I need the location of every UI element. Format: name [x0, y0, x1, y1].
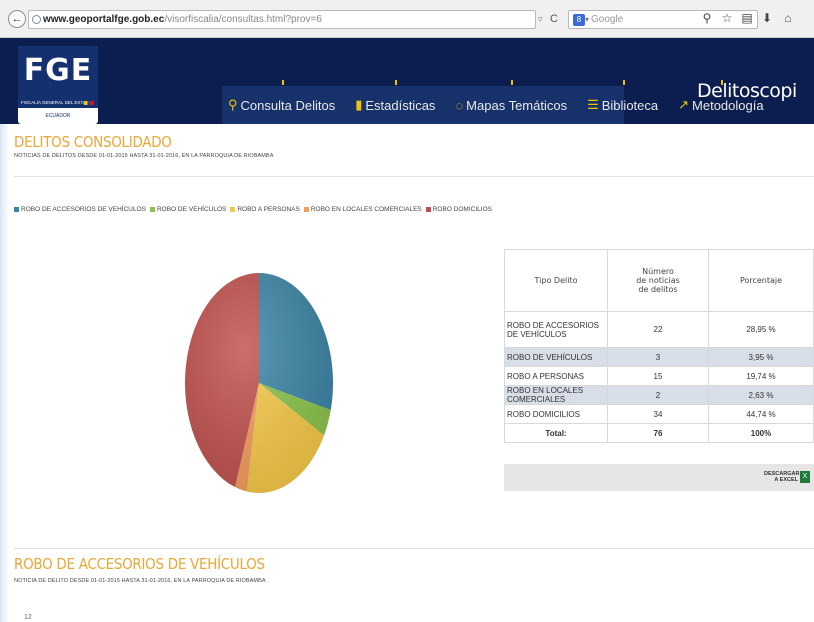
cell-tipo: ROBO DOMICILIOS	[504, 404, 608, 424]
cell-porcentaje: 28,95 %	[708, 311, 814, 348]
crime-table: Tipo Delito Número de noticias de delito…	[504, 249, 814, 443]
reading-list-icon[interactable]: ▤	[740, 11, 754, 25]
legend-swatch	[149, 207, 155, 212]
detail-subtitle: NOTICIA DE DELITO DESDE 01-01-2015 HASTA…	[14, 578, 266, 584]
legend-label: ROBO EN LOCALES COMERCIALES	[310, 206, 422, 213]
column-header-tipo[interactable]: Tipo Delito	[504, 249, 608, 312]
search-icon[interactable]: ⚲	[700, 11, 714, 25]
nav-estadisticas[interactable]: ▮ Estadísticas	[345, 80, 445, 124]
summary-subtitle: NOTICIAS DE DELITOS DESDE 01-01-2015 HAS…	[14, 153, 274, 159]
cell-tipo: ROBO EN LOCALES COMERCIALES	[504, 385, 608, 405]
site-header: FGE FISCALÍA GENERAL DEL ESTADO ECUADOR …	[0, 38, 814, 124]
legend-swatch	[14, 207, 19, 212]
legend-swatch	[303, 207, 309, 212]
url-domain: www.geoportalfge.gob.ec	[43, 14, 165, 25]
nav-biblioteca[interactable]: ☰ Biblioteca	[577, 80, 668, 124]
cell-porcentaje: 44,74 %	[708, 404, 814, 424]
bar-chart-icon: ▮	[355, 97, 363, 112]
search-engine-dropdown-icon[interactable]: ▾	[585, 11, 589, 28]
browser-toolbar: ← www.geoportalfge.gob.ec/visorfiscalia/…	[0, 0, 814, 38]
legend-label: ROBO DOMICILIOS	[432, 206, 492, 213]
table-header-row: Tipo Delito Número de noticias de delito…	[504, 249, 814, 312]
table-row: ROBO DOMICILIOS 34 44,74 %	[504, 404, 814, 424]
cell-numero: 3	[607, 347, 709, 367]
search-placeholder: Google	[591, 14, 624, 25]
left-shade	[0, 124, 9, 622]
cell-tipo: ROBO A PERSONAS	[504, 366, 608, 386]
globe-icon	[32, 15, 41, 24]
cell-porcentaje: 19,74 %	[708, 366, 814, 386]
legend-item[interactable]: ROBO A PERSONAS	[230, 206, 300, 213]
column-header-porcentaje[interactable]: Porcentaje	[708, 249, 814, 312]
legend-swatch	[230, 207, 236, 212]
search-engine-icon[interactable]: 8	[573, 14, 585, 26]
back-button[interactable]: ←	[8, 10, 26, 28]
nav-mapas-tematicos[interactable]: ◌ Mapas Temáticos	[445, 80, 577, 124]
cell-numero: 34	[607, 404, 709, 424]
nav-label: Consulta Delitos	[240, 97, 336, 113]
flag-stripes	[84, 101, 94, 105]
star-icon[interactable]: ☆	[720, 11, 734, 25]
table-row: ROBO A PERSONAS 15 19,74 %	[504, 366, 814, 386]
main-nav: ⚲ Consulta Delitos ▮ Estadísticas ◌ Mapas T…	[218, 80, 774, 124]
logo-text: FGE	[18, 46, 98, 98]
nav-label: Estadísticas	[365, 97, 436, 113]
divider	[14, 176, 814, 177]
table-row: ROBO EN LOCALES COMERCIALES 2 2,63 %	[504, 385, 814, 405]
legend-label: ROBO A PERSONAS	[237, 206, 300, 213]
legend-item[interactable]: ROBO EN LOCALES COMERCIALES	[303, 206, 422, 213]
legend-item[interactable]: ROBO DOMICILIOS	[425, 206, 492, 213]
cell-numero: 15	[607, 366, 709, 386]
map-pin-icon: ⚲	[228, 97, 238, 112]
legend-label: ROBO DE VEHÍCULOS	[156, 206, 227, 213]
pie-chart	[183, 272, 335, 494]
download-excel-button[interactable]: DESCARGAR A EXCEL X	[764, 467, 814, 487]
url-dropdown-icon[interactable]: ▿	[538, 10, 550, 29]
nav-label: Biblioteca	[601, 97, 659, 113]
detail-title: ROBO DE ACCESORIOS DE VEHÍCULOS	[14, 555, 265, 573]
table-row: ROBO DE ACCESORIOS DE VEHÍCULOS 22 28,95…	[504, 311, 814, 348]
cell-total-label: Total:	[504, 423, 608, 443]
fge-logo[interactable]: FGE FISCALÍA GENERAL DEL ESTADO ECUADOR	[18, 46, 98, 124]
cell-tipo: ROBO DE VEHÍCULOS	[504, 347, 608, 367]
download-icon[interactable]: ⬇	[760, 11, 774, 25]
cell-tipo: ROBO DE ACCESORIOS DE VEHÍCULOS	[504, 311, 608, 348]
cell-numero: 2	[607, 385, 709, 405]
nav-label: Mapas Temáticos	[466, 97, 568, 113]
legend-item[interactable]: ROBO DE VEHÍCULOS	[149, 206, 227, 213]
cell-porcentaje: 2,63 %	[708, 385, 814, 405]
legend-label: ROBO DE ACCESORIOS DE VEHÍCULOS	[21, 206, 146, 213]
list-icon: ☰	[587, 97, 599, 112]
legend-swatch	[425, 207, 431, 212]
brand-title[interactable]: Delitoscopi	[697, 80, 797, 102]
chat-icon: ◌	[455, 97, 464, 113]
cell-total-porcentaje: 100%	[708, 423, 814, 443]
address-bar[interactable]: www.geoportalfge.gob.ec/visorfiscalia/co…	[28, 10, 536, 29]
table-total-row: Total: 76 100%	[504, 423, 814, 443]
chart-legend: ROBO DE ACCESORIOS DE VEHÍCULOS ROBO DE …	[14, 206, 496, 213]
pie-chart-svg	[184, 273, 334, 493]
excel-icon: X	[800, 471, 810, 483]
home-icon[interactable]: ⌂	[781, 11, 795, 25]
logo-country: ECUADOR	[45, 113, 71, 119]
table-row: ROBO DE VEHÍCULOS 3 3,95 %	[504, 347, 814, 367]
cell-total-numero: 76	[607, 423, 709, 443]
divider	[14, 548, 814, 549]
reload-button[interactable]: C	[550, 10, 566, 29]
share-icon: ↗	[678, 97, 690, 112]
download-excel-label: DESCARGAR A EXCEL	[764, 471, 800, 483]
cell-numero: 22	[607, 311, 709, 348]
column-header-numero[interactable]: Número de noticias de delitos	[607, 249, 709, 312]
url-path: /visorfiscalia/consultas.html?prov=6	[164, 14, 322, 25]
nav-consulta-delitos[interactable]: ⚲ Consulta Delitos	[218, 80, 345, 124]
legend-item[interactable]: ROBO DE ACCESORIOS DE VEHÍCULOS	[14, 206, 146, 213]
summary-title: DELITOS CONSOLIDADO	[14, 133, 172, 151]
page-number: 12	[24, 614, 32, 621]
cell-porcentaje: 3,95 %	[708, 347, 814, 367]
